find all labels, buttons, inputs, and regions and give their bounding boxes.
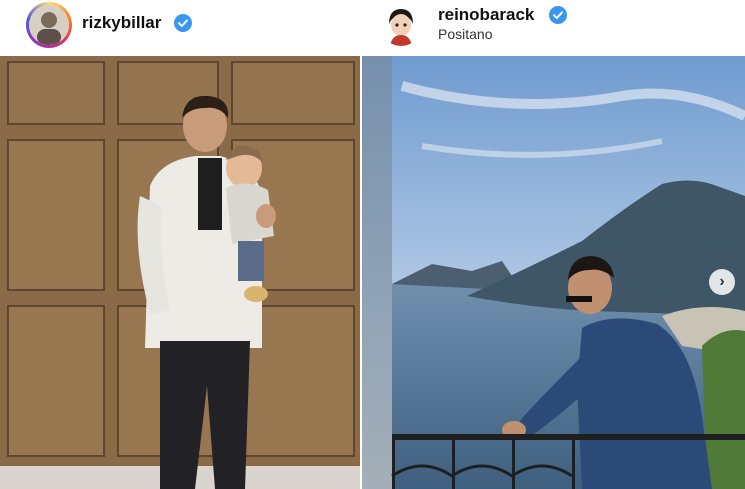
post-location[interactable]: Positano — [438, 26, 492, 42]
username[interactable]: rizkybillar — [82, 13, 161, 33]
chevron-right-icon: › — [719, 273, 725, 290]
avatar[interactable] — [26, 2, 72, 48]
verified-badge-icon — [549, 6, 567, 24]
post-photo[interactable]: › — [362, 56, 745, 489]
post-header: rizkybillar — [0, 0, 360, 56]
post-photo[interactable] — [0, 56, 360, 489]
username[interactable]: reinobarack — [438, 5, 534, 25]
post-rizkybillar: rizkybillar — [0, 0, 360, 489]
avatar[interactable] — [380, 4, 422, 46]
post-header: reinobarack Positano — [362, 0, 745, 56]
carousel-next-button[interactable]: › — [709, 269, 735, 295]
avatar-image — [29, 5, 69, 45]
post-reinobarack: reinobarack Positano › — [362, 0, 745, 489]
avatar-image — [380, 4, 422, 46]
verified-badge-icon — [174, 14, 192, 32]
